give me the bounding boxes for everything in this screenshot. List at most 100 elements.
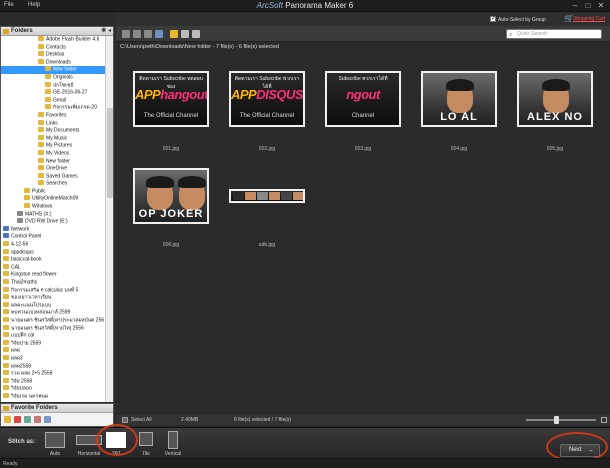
network-icon	[3, 225, 9, 231]
folder-tree-item[interactable]: New folder	[1, 66, 106, 74]
thumbnail-image[interactable]: ALEX NO	[517, 71, 593, 127]
remove-folder-icon[interactable]	[14, 416, 21, 423]
stitch-mode-vertical[interactable]: Vertical	[158, 430, 188, 458]
thumbnail-caption: 002.jpg	[258, 146, 276, 152]
folder-icon	[3, 362, 9, 368]
folder-tree-item[interactable]: My Documents	[1, 127, 106, 135]
folder-tree-item[interactable]: Adobe Flash Builder 4.6	[1, 36, 106, 44]
auto-select-checkbox[interactable]	[490, 15, 496, 22]
folder-tree-item[interactable]: ผลผ3	[1, 354, 106, 363]
folder-tree-item[interactable]: appdisqus	[1, 248, 106, 257]
folder-tree-item[interactable]: Kingston read flower	[1, 271, 106, 279]
delete-icon[interactable]	[34, 416, 41, 423]
quick-search-input[interactable]: ⌕ Quick Search	[506, 29, 602, 39]
folder-tree-item[interactable]: Network	[1, 225, 106, 234]
options-bar: Auto-Select by Group 🛒 Shopping Cart	[116, 12, 610, 26]
thumbnail-image[interactable]: OP JOKER	[133, 168, 209, 224]
shopping-cart-link[interactable]: Shopping Cart	[573, 16, 605, 22]
zoom-slider[interactable]	[526, 416, 596, 424]
folder-tree-item[interactable]: Searches	[1, 180, 106, 188]
select-all-checkbox[interactable]	[122, 417, 128, 423]
folder-icon	[38, 149, 44, 155]
minimize-button[interactable]: –	[570, 1, 580, 10]
folder-tree-item[interactable]: New folder	[1, 157, 106, 166]
sort-icon[interactable]	[181, 30, 189, 38]
folder-icon	[3, 392, 9, 398]
logo-part-a: APP	[231, 87, 257, 102]
folder-tree-item[interactable]: Windows	[1, 203, 106, 211]
hair-shape	[178, 176, 206, 188]
folder-tree-item[interactable]: ผลคะแนนโปรแบบ	[1, 301, 106, 310]
folder-tree-item[interactable]: Originals	[1, 73, 106, 82]
thumbnail-image[interactable]: ติดตามเรา Subscribe พวกเราได้ที่ APPDISQU…	[229, 71, 305, 127]
folder-tree-item[interactable]: Contacts	[1, 43, 106, 52]
thumbnail-caption: 003.jpg	[354, 146, 372, 152]
folder-tree-item[interactable]: Saved Games	[1, 172, 106, 181]
folder-tree-item[interactable]: แบบฝึก cal	[1, 332, 106, 340]
forward-icon[interactable]	[133, 30, 141, 38]
folder-tree-item[interactable]: ผลผ2558	[1, 362, 106, 371]
up-folder-icon[interactable]	[144, 30, 152, 38]
folder-tree-item[interactable]: วิจัยปลอก	[1, 385, 106, 393]
back-icon[interactable]	[122, 30, 130, 38]
highlight-circle-360	[96, 424, 138, 456]
fit-view-icon[interactable]	[601, 417, 607, 423]
folder-tree[interactable]: Adobe Flash Builder 4.6 Contacts Desktop Do…	[1, 36, 106, 402]
panel-controls[interactable]: ✱ ◂	[101, 27, 111, 36]
zoom-slider-knob[interactable]	[554, 416, 559, 424]
logo-part-b: ngout	[346, 87, 380, 102]
folder-tree-item[interactable]: GE-2016-06-27	[1, 89, 106, 97]
folder-tree-item[interactable]: DVD RW Drive (E:)	[1, 218, 106, 226]
thumbnail-image[interactable]: Subscribe พวกเราได้ที่ ngout Channel	[325, 71, 401, 127]
folder-tree-item[interactable]: My Music	[1, 134, 106, 143]
folder-tree-item[interactable]: ปกโซเชย์	[1, 81, 106, 90]
open-icon[interactable]	[44, 416, 51, 423]
folder-tree-item[interactable]: Favorites	[1, 111, 106, 120]
thumbnail-image[interactable]: ติดตามเรา Subscribe ทดสอบช่อง APPhangout T…	[133, 71, 209, 127]
folder-tree-item[interactable]: Desktop	[1, 51, 106, 59]
folder-tree-scrollbar[interactable]	[105, 36, 113, 402]
auto-select-option[interactable]: Auto-Select by Group	[490, 15, 546, 23]
folder-tree-item[interactable]: วิจัยปาย 2559	[1, 339, 106, 348]
folder-tree-item[interactable]: UtilityOnlineMarch09	[1, 195, 106, 203]
folder-tree-item[interactable]: Public	[1, 187, 106, 196]
folder-tree-item[interactable]: Control Panel	[1, 233, 106, 241]
folder-tree-item[interactable]: นายมนตร ชินสวัสดิ์(ทายไท) 2556	[1, 324, 106, 333]
folder-tree-item[interactable]: Thai2maths	[1, 279, 106, 287]
scrollbar-thumb[interactable]	[107, 108, 113, 198]
folder-tree-item[interactable]: ของเยาวเวลาเรียน	[1, 294, 106, 302]
folder-tree-item[interactable]: My Pictures	[1, 142, 106, 150]
folder-icon	[45, 104, 51, 110]
folder-tree-item[interactable]: ทบทวนแบงหล่อนมาล์ 2599	[1, 309, 106, 317]
folder-tree-item[interactable]: Links	[1, 119, 106, 128]
maximize-button[interactable]: □	[583, 1, 593, 10]
folder-tree-item[interactable]: basiccal-book	[1, 256, 106, 264]
folder-tree-item[interactable]: กิจกรรมเพิ่มเกรด-20	[1, 104, 106, 112]
view-mode-icon[interactable]	[155, 30, 163, 38]
refresh-icon[interactable]	[24, 416, 31, 423]
stitch-mode-auto[interactable]: Auto	[40, 430, 70, 458]
star-icon[interactable]	[170, 30, 178, 38]
folder-tree-item[interactable]: นายมนตร ชินสวัสดิ์(ครประมวลผลบันต 256	[1, 316, 106, 325]
folder-tree-item[interactable]: 4-12-56	[1, 241, 106, 249]
folder-tree-item[interactable]: Gmail	[1, 96, 106, 105]
add-folder-icon[interactable]	[4, 416, 11, 423]
folder-tree-item[interactable]: วิจัย 2558	[1, 377, 106, 386]
thumbnail-image[interactable]: LO AL	[421, 71, 497, 127]
folder-icon	[3, 286, 9, 292]
thumbnail-logo: APPDISQUS	[231, 87, 303, 102]
folder-tree-item[interactable]: Downloads	[1, 58, 106, 67]
folder-tree-item[interactable]: My Videos	[1, 149, 106, 158]
thumbnail-image[interactable]	[229, 189, 305, 203]
filter-icon[interactable]	[192, 30, 200, 38]
folder-tree-item[interactable]: กิจกรรมเสริม e calculus บทที่ 5	[1, 286, 106, 295]
folder-tree-item[interactable]: MATHS (X:)	[1, 210, 106, 219]
folder-tree-item[interactable]: ผลผ	[1, 347, 106, 355]
select-all-label[interactable]: Select All	[131, 414, 152, 426]
folder-tree-item[interactable]: CAL	[1, 263, 106, 272]
folder-tree-item[interactable]: รวม ผลผ 2+5 2558	[1, 370, 106, 378]
next-button[interactable]: Next →	[560, 444, 600, 457]
folder-tree-item[interactable]: OneDrive	[1, 165, 106, 173]
close-button[interactable]: ✕	[596, 1, 606, 10]
folder-tree-item[interactable]: วิจัยเรม นครพนม	[1, 392, 106, 401]
